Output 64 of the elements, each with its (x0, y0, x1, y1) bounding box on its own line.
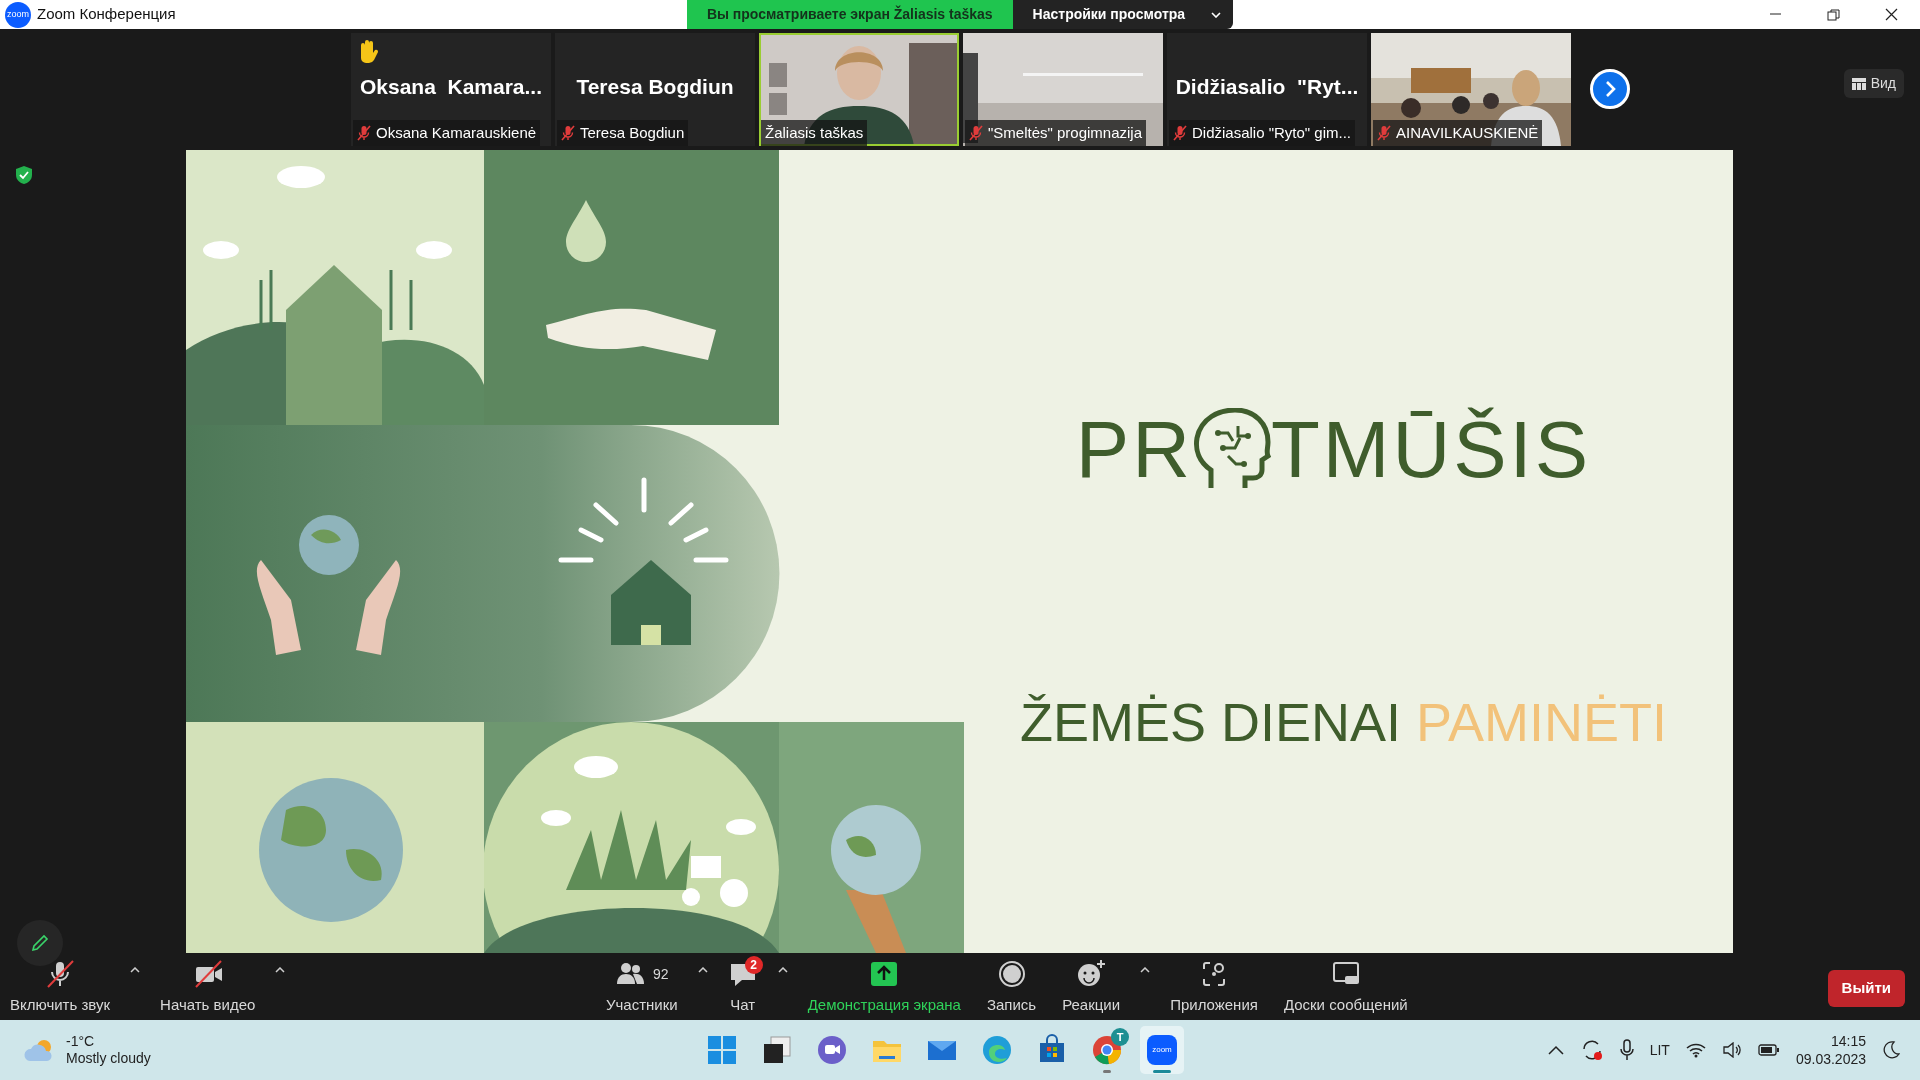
participant-label: Teresa Bogdiun (580, 122, 685, 143)
language-indicator[interactable]: LIT (1649, 1039, 1670, 1061)
start-video-button[interactable]: Начать видео (154, 953, 262, 1017)
participant-label: Didžiasalio "Ryto" gim... (1192, 122, 1352, 143)
record-button[interactable]: Запись (980, 953, 1043, 1017)
participant-label: Žaliasis taškas (765, 122, 864, 143)
whiteboards-button[interactable]: Доски сообщений (1277, 953, 1414, 1017)
participant-label: AINAVILKAUSKIENĖ (1396, 122, 1539, 143)
windows-logo-icon (706, 1034, 738, 1066)
taskbar-app[interactable]: zoom (1140, 1026, 1184, 1074)
slide-title: PR (1075, 410, 1193, 490)
wifi-icon[interactable] (1685, 1042, 1706, 1058)
view-button[interactable]: Вид (1843, 69, 1904, 98)
chevron-up-icon[interactable] (1547, 1045, 1564, 1055)
unread-badge: 2 (744, 956, 763, 974)
screen-share-banner: Вы просматриваете экран Žaliasis taškas (686, 0, 1013, 29)
video-chat-icon (816, 1034, 848, 1066)
temperature: -1°C (66, 1032, 96, 1050)
profile-badge: T (1111, 1028, 1129, 1046)
next-page-button[interactable] (1590, 69, 1630, 109)
apps-button[interactable]: Приложения (1164, 953, 1264, 1017)
leave-button[interactable]: Выйти (1827, 970, 1905, 1007)
close-icon (1883, 8, 1899, 21)
browser-icon (981, 1034, 1013, 1066)
caret-icon[interactable] (697, 967, 708, 973)
participant-name: Didžiasalio "Ryt... (1174, 74, 1360, 100)
browser-icon (1091, 1034, 1123, 1066)
record-circle-icon (996, 959, 1027, 989)
weather-condition: Mostly cloudy (66, 1050, 151, 1068)
grid-icon (1851, 77, 1866, 90)
chevron-right-icon (1604, 80, 1616, 98)
participant-label: "Smeltės" progimnazija (988, 122, 1143, 143)
smiley-icon (1076, 959, 1107, 989)
chat-button[interactable]: 2 Чат (721, 953, 764, 1017)
app-logo-icon: zoom (1147, 1035, 1177, 1065)
moon-icon[interactable] (1882, 1041, 1900, 1059)
shield-icon (16, 166, 32, 184)
caret-icon[interactable] (130, 967, 141, 973)
share-screen-button[interactable]: Демонстрация экрана (801, 953, 967, 1017)
annotate-button[interactable] (17, 920, 63, 966)
window-title: Zoom Конференция (37, 4, 176, 25)
participant-name: Oksana Kamara... (358, 74, 544, 100)
participant-count: 92 (653, 964, 669, 984)
task-view-icon (761, 1034, 793, 1066)
slide-subtitle: ŽEMĖS DIENAI PAMINĖTI (1019, 691, 1668, 754)
chevron-down-icon (1211, 11, 1222, 18)
unmute-button[interactable]: Включить звук (4, 953, 117, 1017)
participants-button[interactable]: 92 Участники (600, 953, 684, 1017)
caret-icon[interactable] (777, 967, 788, 973)
participant-label: Oksana Kamarauskienė (376, 122, 537, 143)
microphone-icon[interactable] (1619, 1039, 1634, 1061)
reactions-button[interactable]: Реакции (1056, 953, 1127, 1017)
app-logo-icon: zoom (5, 1, 31, 28)
clock-time[interactable]: 14:15 (1830, 1031, 1866, 1050)
caret-icon[interactable] (275, 967, 286, 973)
caret-icon[interactable] (1140, 967, 1151, 973)
speaker-icon[interactable] (1721, 1042, 1742, 1058)
taskbar-app[interactable]: T (1085, 1026, 1129, 1074)
participant-name: Teresa Bogdiun (575, 74, 735, 100)
restore-icon (1825, 8, 1841, 21)
clock-date[interactable]: 09.03.2023 (1795, 1050, 1866, 1069)
view-options-button[interactable]: Настройки просмотра (1012, 0, 1234, 29)
pencil-icon (30, 933, 50, 953)
battery-icon[interactable] (1757, 1044, 1780, 1056)
